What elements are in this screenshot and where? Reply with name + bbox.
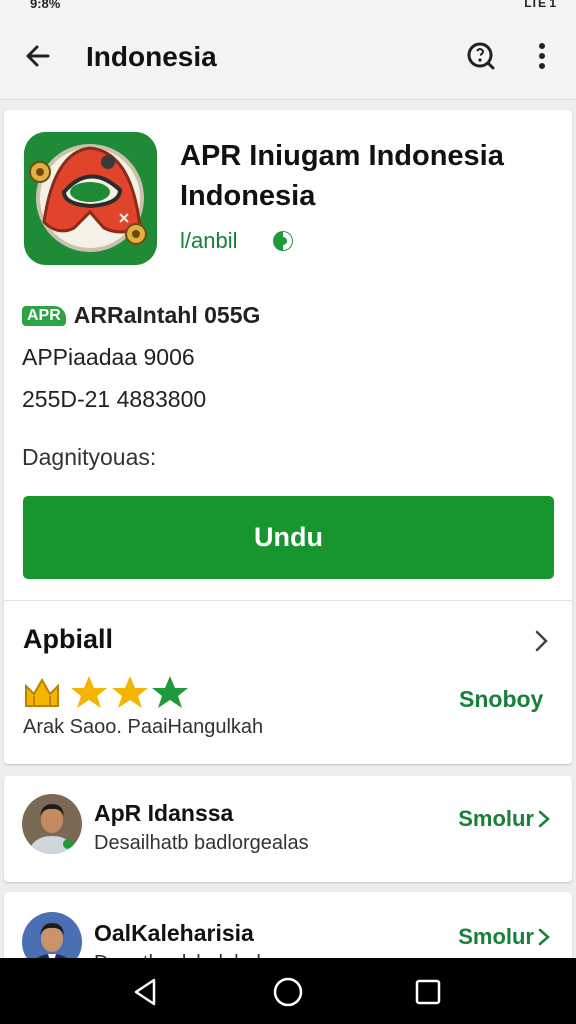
search-button[interactable] (460, 36, 500, 76)
status-time: 9:8% (30, 0, 61, 11)
app-bar: Indonesia (0, 14, 576, 100)
nav-back-button[interactable] (128, 974, 164, 1010)
chevron-right-icon (538, 810, 550, 828)
rating-section-title[interactable]: Apbiall (23, 624, 113, 655)
review-action-link[interactable]: Smolur (458, 806, 552, 832)
chevron-right-icon (538, 928, 550, 946)
review-action-link[interactable]: Smolur (458, 924, 552, 950)
system-nav-bar (0, 958, 576, 1024)
app-size-text: ARRaIntahl 055G (73, 302, 261, 328)
review-action-label: Smolur (458, 806, 534, 831)
app-name: APR Iniugam Indonesia Indonesia (180, 140, 504, 212)
developer-name-link[interactable]: l/anbil (180, 228, 237, 254)
app-icon (24, 132, 157, 265)
avatar (22, 794, 82, 854)
back-button[interactable] (18, 36, 58, 76)
triangle-back-icon (134, 978, 156, 1006)
review-action-label: Smolur (458, 924, 534, 949)
app-logo-icon (24, 132, 157, 265)
reviewer-name: OalKaleharisia (94, 920, 254, 946)
apk-badge: APR (22, 306, 66, 326)
app-date-text: 255D-21 4883800 (22, 386, 207, 412)
status-bar: 9:8% LTE 1 (0, 0, 576, 14)
crown-icon (25, 677, 59, 707)
star-icon (71, 676, 107, 708)
more-options-button[interactable] (522, 36, 562, 76)
app-size-row: APR ARRaIntahl 055G (22, 302, 260, 329)
see-all-link[interactable]: Snoboy (459, 686, 543, 713)
verified-icon (272, 230, 294, 252)
page-title: Indonesia (86, 41, 217, 72)
chevron-right-icon[interactable] (529, 626, 553, 656)
square-recents-icon (415, 979, 441, 1005)
more-vert-icon (539, 43, 545, 69)
nav-recents-button[interactable] (410, 974, 446, 1010)
reviewer-subtitle: Desailhatb badlorgealas (94, 832, 309, 854)
star-icon (112, 676, 148, 708)
circle-home-icon (273, 977, 303, 1007)
description-label: Dagnityouas: (22, 444, 157, 470)
rating-subtitle: Arak Saoo. PaaiHangulkah (23, 716, 264, 738)
status-indicators: LTE 1 (524, 0, 556, 10)
nav-home-button[interactable] (270, 974, 306, 1010)
star-icon (152, 676, 188, 708)
app-details-card: APR Iniugam Indonesia Indonesia l/anbil … (4, 110, 572, 764)
rating-stars (23, 672, 193, 712)
app-version-text: APPiaadaa 9006 (22, 344, 195, 370)
download-button[interactable]: Undu (23, 496, 554, 579)
reviewer-name: ApR Idanssa (94, 800, 234, 826)
divider (4, 600, 572, 601)
search-icon (467, 42, 495, 70)
arrow-back-icon (26, 45, 50, 67)
review-card[interactable]: ApR Idanssa Desailhatb badlorgealas Smol… (4, 776, 572, 882)
